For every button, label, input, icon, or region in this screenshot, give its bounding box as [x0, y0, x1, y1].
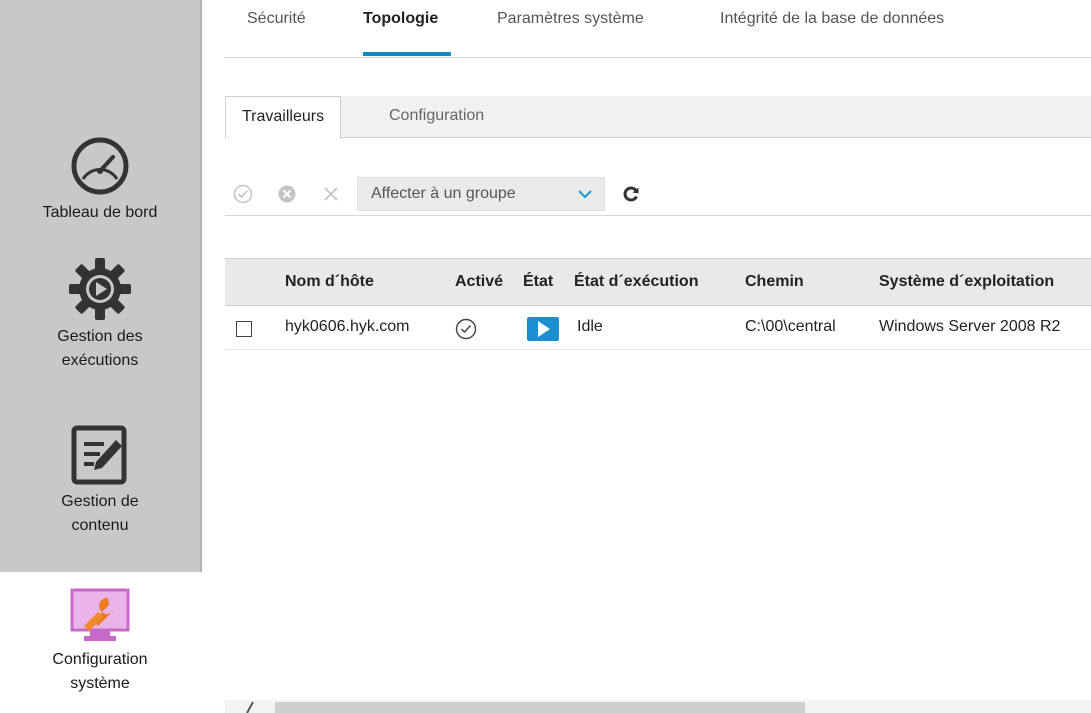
dashboard-gauge-icon — [71, 137, 129, 195]
edit-document-icon — [71, 425, 127, 485]
row-checkbox[interactable] — [236, 321, 252, 337]
disable-x-circle-icon[interactable] — [277, 184, 297, 204]
play-icon[interactable] — [527, 317, 559, 341]
column-header-os[interactable]: Système d´exploitation — [879, 273, 1054, 291]
cell-os: Windows Server 2008 R2 — [879, 318, 1061, 335]
tab-security[interactable]: Sécurité — [247, 10, 306, 28]
active-tab-indicator — [363, 52, 451, 56]
sub-tab-bar: Travailleurs Configuration — [225, 96, 1091, 139]
scroll-left-arrow-icon[interactable] — [243, 700, 257, 713]
sidebar-item-dashboard[interactable]: Tableau de bord — [0, 135, 200, 225]
column-header-state[interactable]: État — [523, 273, 553, 291]
subtab-workers[interactable]: Travailleurs — [225, 96, 342, 139]
column-header-hostname[interactable]: Nom d´hôte — [285, 273, 374, 291]
refresh-icon[interactable] — [621, 184, 641, 204]
chevron-down-icon — [578, 190, 592, 199]
tab-system-parameters[interactable]: Paramètres système — [497, 10, 644, 28]
toolbar: Affecter à un groupe — [225, 172, 1091, 216]
sidebar: Tableau de bord Gestion des exécutions G… — [0, 0, 202, 713]
cell-hostname: hyk0606.hyk.com — [285, 318, 410, 335]
tab-topology[interactable]: Topologie — [363, 10, 438, 28]
scrollbar-thumb[interactable] — [275, 702, 805, 713]
enable-check-icon[interactable] — [233, 184, 253, 204]
sidebar-item-system-configuration[interactable]: Configuration système — [0, 588, 200, 696]
column-header-execution-state[interactable]: État d´exécution — [574, 273, 698, 291]
horizontal-scrollbar[interactable] — [225, 700, 1091, 713]
cell-execution-state: Idle — [577, 318, 603, 335]
column-header-enabled[interactable]: Activé — [455, 273, 503, 291]
sidebar-item-label: Gestion des exécutions — [57, 328, 143, 369]
sidebar-item-label: Configuration système — [52, 651, 148, 692]
gear-play-icon — [69, 258, 131, 320]
wrench-monitor-icon — [70, 588, 130, 641]
remove-x-icon[interactable] — [321, 184, 341, 204]
table-header: Nom d´hôte Activé État État d´exécution … — [225, 258, 1091, 306]
sidebar-item-label: Tableau de bord — [42, 204, 158, 221]
check-circle-icon — [455, 318, 477, 340]
sidebar-item-label: Gestion de contenu — [61, 493, 139, 534]
sidebar-item-content-management[interactable]: Gestion de contenu — [0, 424, 200, 538]
assign-to-group-label: Affecter à un groupe — [371, 185, 516, 202]
assign-to-group-dropdown[interactable]: Affecter à un groupe — [357, 177, 605, 211]
tab-database-integrity[interactable]: Intégrité de la base de données — [720, 10, 944, 28]
sidebar-item-run-management[interactable]: Gestion des exécutions — [0, 257, 200, 373]
subtab-configuration[interactable]: Configuration — [373, 96, 500, 138]
top-tab-bar: Sécurité Topologie Paramètres système In… — [225, 0, 1091, 58]
table-row[interactable]: hyk0606.hyk.com Idle C:\00\central Windo… — [225, 306, 1091, 350]
cell-path: C:\00\central — [745, 318, 836, 335]
column-header-path[interactable]: Chemin — [745, 273, 804, 291]
